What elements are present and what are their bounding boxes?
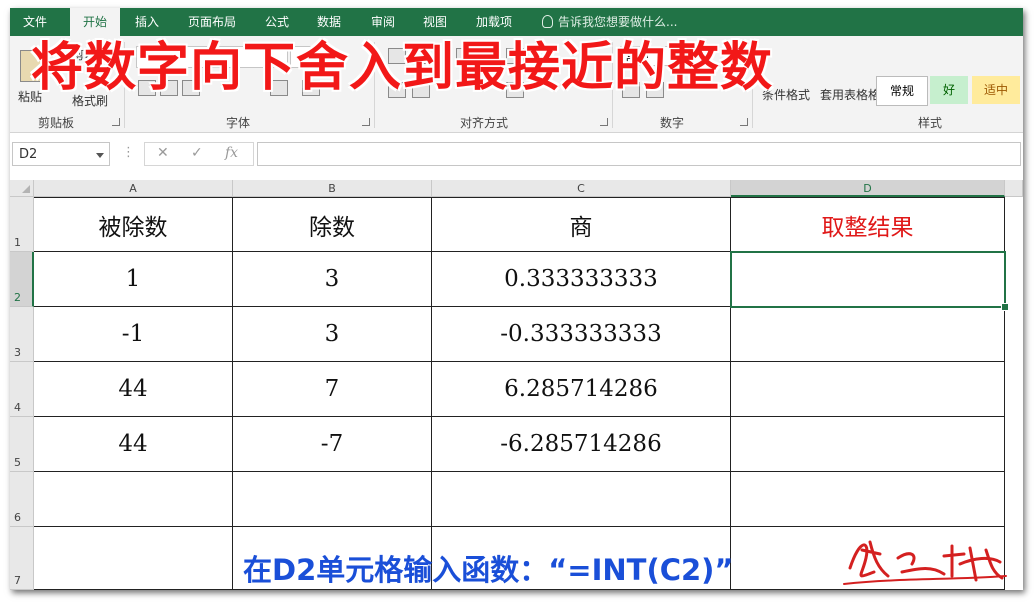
row-number: 7: [14, 574, 21, 587]
more-dots-icon: ⋮: [122, 145, 135, 160]
style-normal[interactable]: 常规: [876, 76, 928, 106]
tell-me-box[interactable]: 告诉我您想要做什么...: [542, 8, 677, 36]
cell-b5[interactable]: -7: [233, 417, 432, 472]
row-number: 4: [14, 401, 21, 414]
row-header-2[interactable]: 2: [10, 252, 34, 307]
row-number: 2: [14, 291, 21, 304]
signature-logo: [843, 540, 1007, 585]
name-box-value: D2: [19, 147, 38, 162]
style-good[interactable]: 好: [930, 76, 968, 104]
row-header-6[interactable]: 6: [10, 472, 34, 527]
formula-buttons: ✕ ✓ fx: [144, 142, 254, 166]
group-label-font: 字体: [226, 116, 251, 130]
overlay-title: 将数字向下舍入到最接近的整数: [31, 38, 774, 98]
row-number: 3: [14, 346, 21, 359]
tab-review[interactable]: 审阅: [362, 8, 404, 36]
group-label-number: 数字: [660, 116, 685, 130]
cell-d5[interactable]: [731, 417, 1005, 472]
cell-c3[interactable]: -0.333333333: [432, 307, 731, 362]
cell-a1[interactable]: 被除数: [34, 197, 233, 252]
cell-c6[interactable]: [432, 472, 731, 527]
cell-a7[interactable]: [34, 527, 233, 590]
tab-formulas[interactable]: 公式: [256, 8, 298, 36]
formula-bar: D2 ⋮ ✕ ✓ fx: [10, 138, 1023, 172]
cell-c1[interactable]: 商: [432, 197, 731, 252]
tab-home[interactable]: 开始: [70, 8, 120, 36]
instruction-text: 在D2单元格输入函数：“=INT(C2)”: [243, 553, 734, 587]
fill-handle[interactable]: [1001, 303, 1009, 311]
name-box[interactable]: D2: [12, 142, 110, 166]
cell-b2[interactable]: 3: [233, 252, 432, 307]
cell-d3[interactable]: [731, 307, 1005, 362]
row-number: 5: [14, 456, 21, 469]
select-all-corner[interactable]: [10, 180, 34, 197]
cell-b6[interactable]: [233, 472, 432, 527]
group-label-alignment: 对齐方式: [460, 116, 509, 130]
lightbulb-icon: [542, 15, 553, 28]
enter-icon[interactable]: ✓: [191, 145, 203, 161]
column-header-b[interactable]: B: [233, 180, 432, 197]
row-number: 6: [14, 511, 21, 524]
insert-function-icon[interactable]: fx: [225, 145, 238, 161]
group-label-styles: 样式: [918, 116, 943, 130]
formula-input[interactable]: [257, 142, 1021, 166]
group-label-clipboard: 剪贴板: [38, 116, 75, 130]
cell-a6[interactable]: [34, 472, 233, 527]
cell-d1[interactable]: 取整结果: [731, 197, 1005, 252]
cell-d2[interactable]: [731, 252, 1005, 307]
tab-addins[interactable]: 加载项: [466, 8, 522, 36]
tab-view[interactable]: 视图: [414, 8, 456, 36]
cancel-icon[interactable]: ✕: [157, 145, 169, 161]
cell-c2[interactable]: 0.333333333: [432, 252, 731, 307]
cell-d6[interactable]: [731, 472, 1005, 527]
row-header-7[interactable]: 7: [10, 527, 34, 590]
cell-a4[interactable]: 44: [34, 362, 233, 417]
ribbon-tab-bar: 文件 开始 插入 页面布局 公式 数据 审阅 视图 加载项 告诉我您想要做什么.…: [10, 8, 1023, 36]
chevron-down-icon[interactable]: [96, 153, 104, 158]
cell-a5[interactable]: 44: [34, 417, 233, 472]
clipboard-launcher-icon[interactable]: [112, 118, 120, 126]
column-header-a[interactable]: A: [34, 180, 233, 197]
style-neutral[interactable]: 适中: [972, 76, 1020, 104]
row-header-1[interactable]: 1: [10, 197, 34, 252]
cell-b3[interactable]: 3: [233, 307, 432, 362]
alignment-launcher-icon[interactable]: [600, 118, 608, 126]
cell-b1[interactable]: 除数: [233, 197, 432, 252]
row-header-4[interactable]: 4: [10, 362, 34, 417]
number-launcher-icon[interactable]: [740, 118, 748, 126]
excel-window: 文件 开始 插入 页面布局 公式 数据 审阅 视图 加载项 告诉我您想要做什么.…: [10, 8, 1023, 590]
font-launcher-icon[interactable]: [362, 118, 370, 126]
cell-c5[interactable]: -6.285714286: [432, 417, 731, 472]
cell-a3[interactable]: -1: [34, 307, 233, 362]
column-header-c[interactable]: C: [432, 180, 731, 197]
cell-b4[interactable]: 7: [233, 362, 432, 417]
tab-data[interactable]: 数据: [308, 8, 350, 36]
row-number: 1: [14, 236, 21, 249]
cell-a2[interactable]: 1: [34, 252, 233, 307]
row-header-5[interactable]: 5: [10, 417, 34, 472]
row-header-3[interactable]: 3: [10, 307, 34, 362]
column-header-d[interactable]: D: [731, 180, 1005, 197]
tell-me-text: 告诉我您想要做什么...: [558, 15, 678, 29]
tab-page-layout[interactable]: 页面布局: [176, 8, 248, 36]
cell-d4[interactable]: [731, 362, 1005, 417]
cell-c4[interactable]: 6.285714286: [432, 362, 731, 417]
tab-file[interactable]: 文件: [10, 8, 60, 36]
column-header-e[interactable]: [1005, 180, 1023, 197]
tab-insert[interactable]: 插入: [126, 8, 168, 36]
